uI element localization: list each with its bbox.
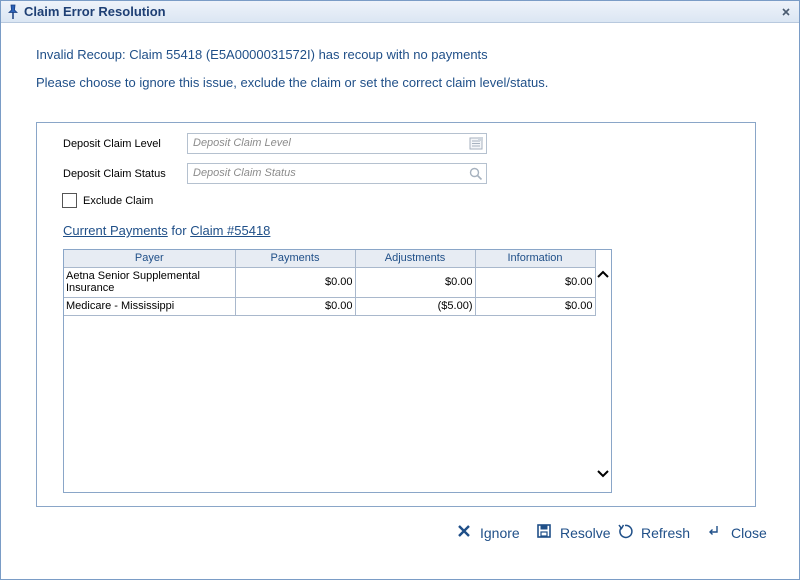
information-cell: $0.00 bbox=[475, 297, 596, 316]
payments-cell: $0.00 bbox=[235, 267, 356, 298]
resolve-label: Resolve bbox=[560, 525, 611, 541]
error-message: Invalid Recoup: Claim 55418 (E5A00000315… bbox=[36, 47, 488, 62]
return-icon bbox=[707, 523, 723, 539]
refresh-label: Refresh bbox=[641, 525, 691, 541]
deposit-claim-level-label: Deposit Claim Level bbox=[63, 138, 161, 150]
information-cell: $0.00 bbox=[475, 267, 596, 298]
claim-link[interactable]: Claim #55418 bbox=[190, 223, 270, 238]
save-icon bbox=[536, 523, 552, 539]
deposit-claim-level-field[interactable]: Deposit Claim Level bbox=[187, 133, 487, 154]
adjustments-cell: $0.00 bbox=[355, 267, 476, 298]
exclude-claim-checkbox[interactable] bbox=[62, 193, 77, 208]
title-bar: Claim Error Resolution bbox=[1, 1, 799, 23]
search-icon[interactable] bbox=[469, 167, 483, 181]
payer-cell: Medicare - Mississippi bbox=[64, 297, 236, 316]
adjustments-cell: ($5.00) bbox=[355, 297, 476, 316]
column-header-payments[interactable]: Payments bbox=[235, 250, 356, 268]
column-header-information[interactable]: Information bbox=[475, 250, 596, 268]
column-header-adjustments[interactable]: Adjustments bbox=[355, 250, 476, 268]
claim-error-resolution-dialog: Claim Error Resolution Invalid Recoup: C… bbox=[0, 0, 800, 580]
deposit-claim-status-label: Deposit Claim Status bbox=[63, 168, 166, 180]
x-icon bbox=[456, 523, 472, 539]
column-header-payer[interactable]: Payer bbox=[64, 250, 236, 268]
table-row[interactable]: Medicare - Mississippi $0.00 ($5.00) $0.… bbox=[64, 297, 596, 316]
instruction-message: Please choose to ignore this issue, excl… bbox=[36, 75, 549, 90]
resolution-panel: Deposit Claim Level Deposit Claim Level … bbox=[36, 122, 756, 507]
scroll-down-icon[interactable] bbox=[597, 466, 609, 478]
payments-heading: Current Payments for Claim #55418 bbox=[63, 223, 270, 238]
payments-table: Payer Payments Adjustments Information A… bbox=[64, 250, 596, 316]
payments-grid: Payer Payments Adjustments Information A… bbox=[63, 249, 612, 493]
current-payments-link[interactable]: Current Payments bbox=[63, 223, 168, 238]
close-icon[interactable] bbox=[779, 5, 793, 19]
ignore-label: Ignore bbox=[480, 525, 520, 541]
deposit-claim-status-field[interactable]: Deposit Claim Status bbox=[187, 163, 487, 184]
dialog-title: Claim Error Resolution bbox=[24, 4, 166, 19]
payments-cell: $0.00 bbox=[235, 297, 356, 316]
for-text: for bbox=[171, 223, 187, 238]
close-label: Close bbox=[731, 525, 767, 541]
refresh-icon bbox=[617, 523, 633, 539]
payer-cell: Aetna Senior Supplemental Insurance bbox=[64, 267, 236, 298]
exclude-claim-label: Exclude Claim bbox=[83, 195, 154, 207]
deposit-claim-status-placeholder: Deposit Claim Status bbox=[193, 167, 296, 179]
list-picker-icon[interactable] bbox=[469, 137, 483, 150]
pin-icon[interactable] bbox=[6, 4, 20, 20]
table-row[interactable]: Aetna Senior Supplemental Insurance $0.0… bbox=[64, 267, 596, 298]
scroll-up-icon[interactable] bbox=[597, 266, 609, 278]
deposit-claim-level-placeholder: Deposit Claim Level bbox=[193, 137, 291, 149]
payments-header-row: Payer Payments Adjustments Information bbox=[64, 250, 596, 268]
